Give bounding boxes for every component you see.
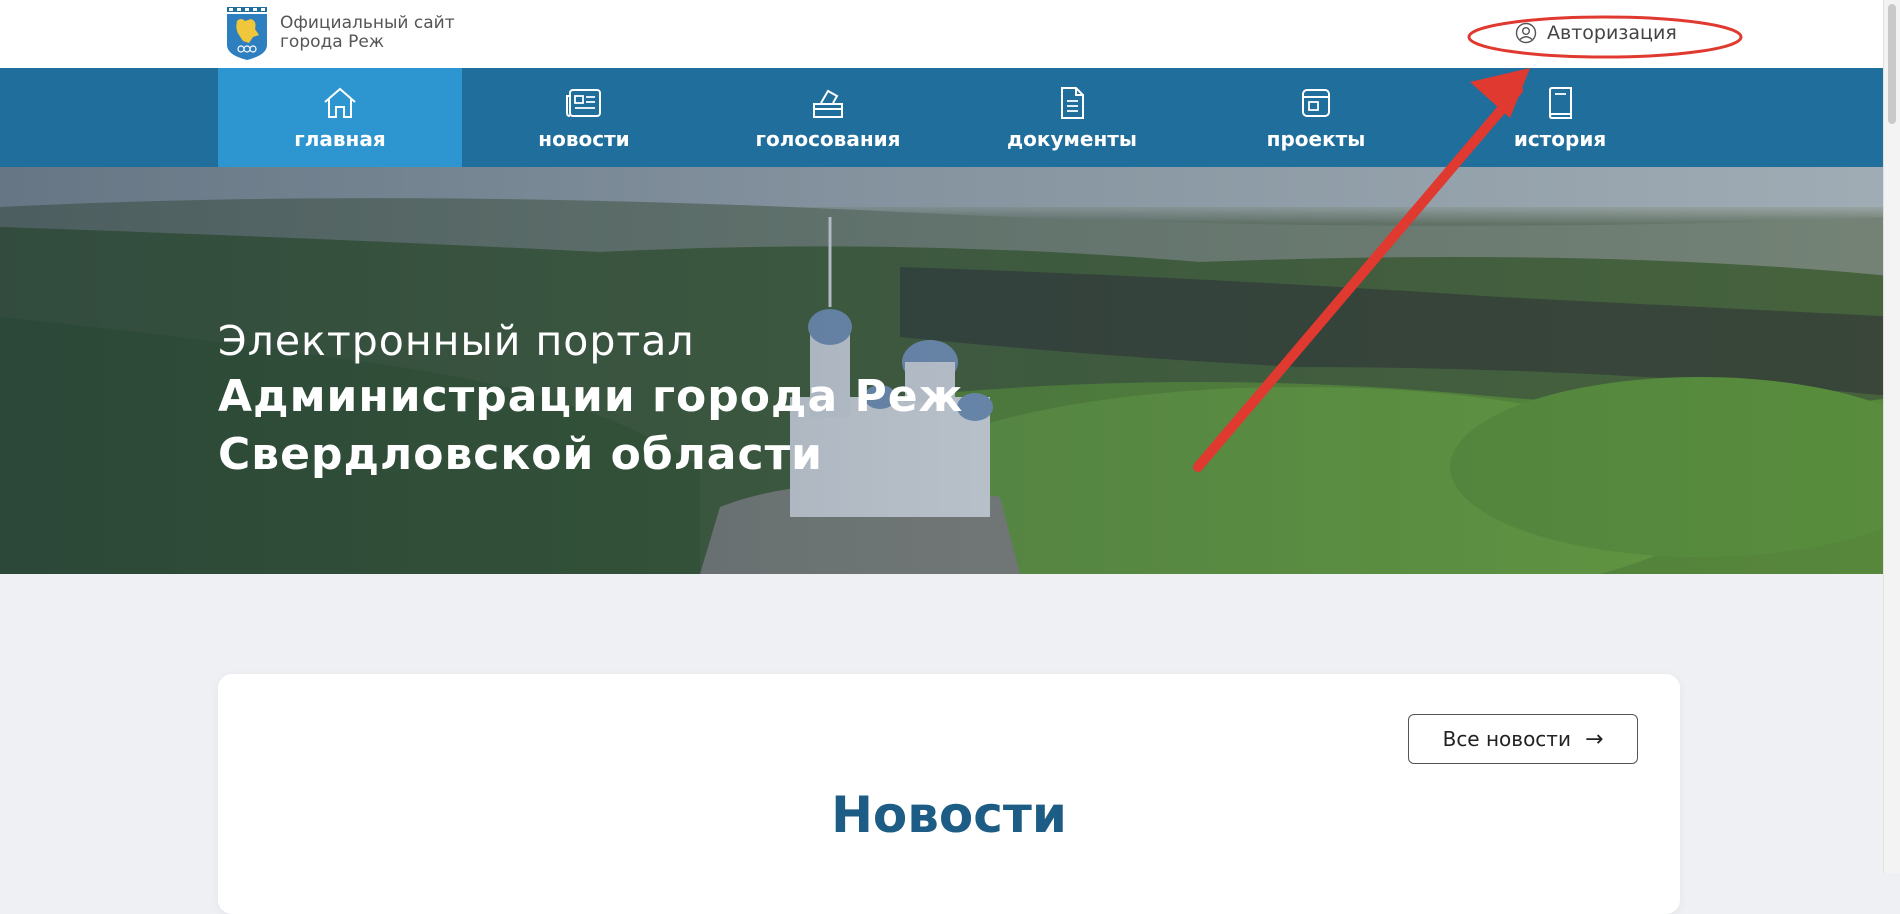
nav-item-votes[interactable]: голосования [706,68,950,167]
site-header: Официальный сайт города Реж Авторизация [0,0,1900,68]
ballot-box-icon [813,89,843,118]
scrollbar-thumb[interactable] [1888,4,1896,124]
nav-item-projects[interactable]: проекты [1194,68,1438,167]
home-icon [324,87,356,118]
nav-label-home: главная [294,127,386,151]
login-label: Авторизация [1547,22,1677,44]
hero-line-2: Администрации города Реж [218,371,964,422]
newspaper-icon [566,89,601,117]
nav-item-news[interactable]: новости [462,68,706,167]
nav-item-home[interactable]: главная [218,68,462,167]
user-circle-icon [1515,22,1537,44]
document-icon [1061,87,1084,119]
hero-heading: Электронный портал Администрации города … [218,317,963,481]
site-title-line1: Официальный сайт [280,13,455,33]
city-coat-of-arms-icon[interactable] [225,7,269,61]
nav-label-history: история [1513,127,1607,151]
hero-banner: Электронный портал Администрации города … [0,167,1900,574]
hero-line-1: Электронный портал [218,317,695,365]
all-news-button[interactable]: Все новости → [1408,714,1638,764]
news-section: Все новости → Новости [218,674,1680,914]
book-icon [1549,87,1572,119]
arrow-right-icon: → [1584,726,1604,752]
nav-label-news: новости [538,127,630,151]
all-news-label: Все новости [1442,727,1571,751]
site-title[interactable]: Официальный сайт города Реж [280,14,455,52]
page-scrollbar[interactable] [1883,0,1900,873]
main-navigation: главная новости голосования документы пр… [0,68,1900,167]
login-link[interactable]: Авторизация [1515,22,1677,44]
site-title-line2: города Реж [280,32,385,52]
hero-line-3: Свердловской области [218,429,823,480]
nav-label-votes: голосования [755,127,901,151]
nav-item-documents[interactable]: документы [950,68,1194,167]
nav-label-projects: проекты [1266,127,1366,151]
nav-label-documents: документы [1007,127,1137,151]
project-window-icon [1302,89,1330,117]
nav-item-history[interactable]: история [1438,68,1682,167]
news-section-title: Новости [831,786,1067,844]
